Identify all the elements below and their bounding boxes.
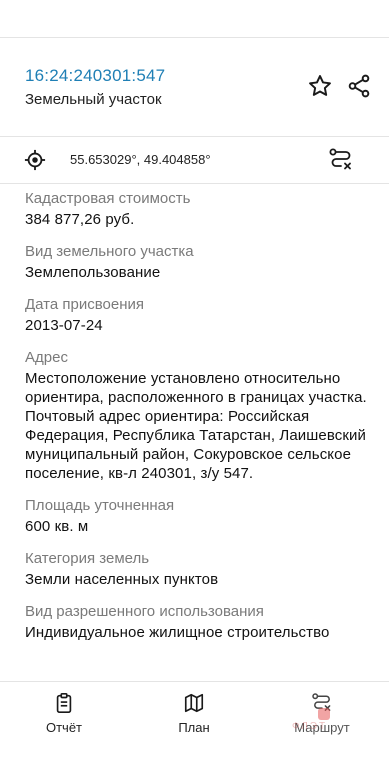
property-value: Индивидуальное жилищное строительство: [25, 624, 330, 641]
bottom-tab-bar: Отчёт План Маршрут: [0, 681, 389, 768]
property-value: Местоположение установлено относительно …: [25, 370, 367, 482]
property-label: Вид земельного участка: [25, 243, 194, 260]
property-label: Адрес: [25, 349, 68, 366]
property-label: Категория земель: [25, 550, 150, 567]
parcel-header: 16:24:240301:547 Земельный участок: [0, 38, 389, 136]
map-icon: [184, 693, 204, 713]
property-value: Землепользование: [25, 264, 161, 281]
property-cadastral-value: Кадастровая стоимость 384 877,26 руб.: [25, 189, 370, 229]
object-type: Земельный участок: [25, 91, 162, 108]
tab-plan[interactable]: План: [144, 692, 244, 735]
clipboard-icon: [56, 693, 72, 713]
property-area: Площадь уточненная 600 кв. м: [25, 496, 370, 536]
property-value: Земли населенных пунктов: [25, 571, 219, 588]
properties-list: Кадастровая стоимость 384 877,26 руб. Ви…: [25, 189, 370, 655]
property-land-category: Категория земель Земли населенных пункто…: [25, 549, 370, 589]
property-assignment-date: Дата присвоения 2013-07-24: [25, 295, 370, 335]
cadastral-number[interactable]: 16:24:240301:547: [25, 66, 165, 86]
tab-report[interactable]: Отчёт: [14, 692, 114, 735]
property-address: Адрес Местоположение установлено относит…: [25, 348, 370, 483]
property-value: 600 кв. м: [25, 518, 89, 535]
property-parcel-kind: Вид земельного участка Землепользование: [25, 242, 370, 282]
property-value: 384 877,26 руб.: [25, 211, 135, 228]
property-label: Кадастровая стоимость: [25, 190, 191, 207]
coordinates-text[interactable]: 55.653029°, 49.404858°: [70, 152, 211, 167]
watermark-badge: [318, 708, 330, 720]
property-label: Вид разрешенного использования: [25, 603, 264, 620]
property-permitted-use: Вид разрешенного использования Индивидуа…: [25, 602, 370, 642]
share-button[interactable]: [344, 71, 374, 101]
share-icon: [348, 74, 370, 98]
tab-label: План: [178, 720, 210, 735]
property-value: 2013-07-24: [25, 317, 103, 334]
coordinates-row: 55.653029°, 49.404858°: [0, 136, 389, 184]
watermark: ФЛЭТ: [292, 721, 328, 732]
tab-label: Отчёт: [45, 720, 83, 735]
property-label: Площадь уточненная: [25, 497, 175, 514]
route-icon[interactable]: [328, 147, 354, 173]
top-strip: [0, 0, 389, 38]
star-outline-icon: [309, 75, 331, 96]
property-label: Дата присвоения: [25, 296, 144, 313]
favorite-button[interactable]: [305, 71, 335, 101]
target-icon[interactable]: [24, 149, 46, 171]
